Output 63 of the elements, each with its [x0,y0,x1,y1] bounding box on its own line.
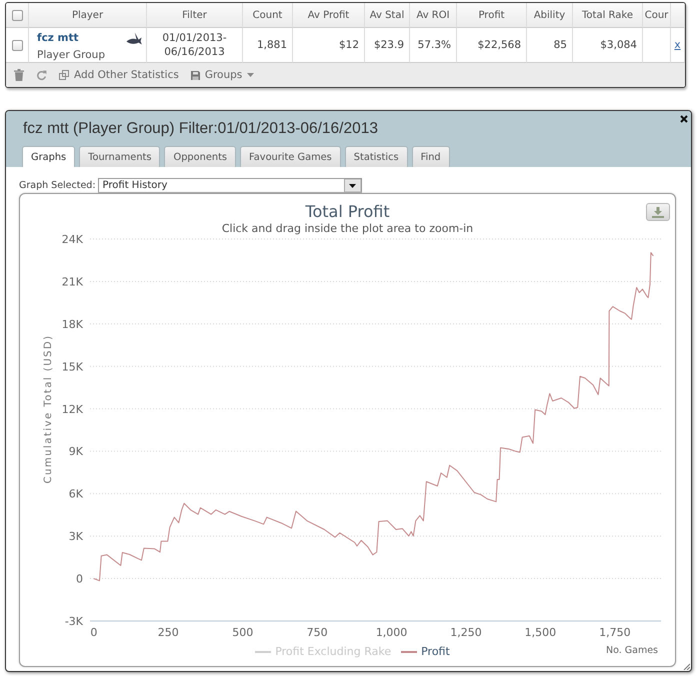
tab[interactable]: Statistics [344,146,408,167]
player-type: Player Group [37,49,105,61]
download-button[interactable] [646,203,670,221]
column-header[interactable]: Count [243,3,293,28]
x-tick-label: 250 [158,626,179,639]
window-title: fcz mtt (Player Group) Filter:01/01/2013-06/16/2013 [23,119,379,139]
x-tick-label: 0 [90,626,98,639]
chart-subtitle: Click and drag inside the plot area to zoom-in [222,222,474,235]
x-axis-title: No. Games [606,645,658,656]
column-header[interactable]: Filter [147,3,243,28]
close-icon[interactable] [680,115,688,123]
x-tick-label: 750 [306,626,328,639]
column-header[interactable]: Cour [643,3,671,28]
row-checkbox[interactable] [12,40,22,50]
y-tick-label: -3K [64,615,83,628]
column-header[interactable]: Av Profit [293,3,365,28]
line-swatch-icon [401,650,418,652]
resize-grip-icon[interactable] [683,663,690,670]
tab[interactable]: Favourite Games [240,146,341,167]
player-name-link[interactable]: fcz mtt [37,32,105,44]
y-tick-label: 9K [68,445,83,458]
y-tick-label: 21K [62,275,83,288]
column-header [671,3,685,28]
graph-select-label: Graph Selected: [19,180,96,191]
y-tick-label: 18K [62,318,83,331]
y-tick-label: 15K [62,360,83,374]
x-tick-label: 1,500 [524,626,556,639]
y-tick-label: 12K [62,402,83,416]
column-header[interactable]: Av Stal [365,3,410,28]
overlapping-squares-icon [59,70,69,80]
legend-item[interactable]: Profit [401,645,450,658]
column-header[interactable]: Ability [527,3,573,28]
y-tick-label: 3K [68,530,83,544]
select-all-checkbox[interactable] [12,10,22,20]
y-tick-label: 24K [62,233,83,246]
tab[interactable]: Graphs [22,146,76,167]
chart-title: Total Profit [305,202,390,221]
column-header[interactable]: Av ROI [410,3,457,28]
y-axis-title: Cumulative Total (USD) [43,334,54,484]
x-tick-label: 1,250 [450,626,482,639]
x-tick-label: 1,750 [599,626,631,639]
column-header[interactable]: Player [29,3,147,28]
column-header[interactable]: Profit [457,3,527,28]
refresh-button[interactable] [36,70,47,80]
tab[interactable]: Opponents [164,146,236,167]
caret-icon [247,73,254,77]
delete-button[interactable] [14,69,24,81]
x-tick-label: 500 [232,626,254,639]
add-statistics-button[interactable]: Add Other Statistics [59,69,179,81]
dropdown-arrow-icon [344,179,361,192]
download-icon [652,206,664,218]
line-swatch-icon [255,650,272,652]
y-tick-label: 6K [68,488,83,501]
graph-select[interactable]: Profit History [98,178,362,193]
y-tick-label: 0 [76,572,83,586]
groups-button[interactable]: Groups [190,69,254,81]
column-header[interactable]: Total Rake [573,3,643,28]
refresh-icon [36,70,47,80]
x-tick-label: 1,000 [376,626,408,639]
shark-icon [126,32,142,45]
tab[interactable]: Tournaments [79,146,160,167]
trash-icon [14,69,24,81]
tab[interactable]: Find [412,146,450,167]
